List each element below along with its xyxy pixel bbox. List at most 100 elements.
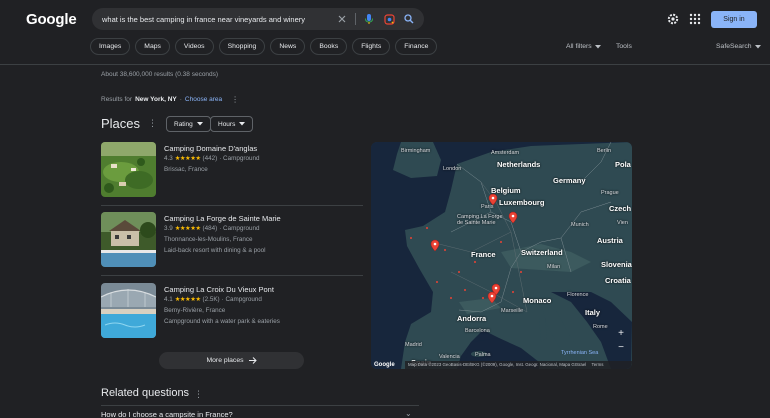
review-count: (2.5K) [202, 296, 220, 303]
map-label: Czech [609, 204, 632, 213]
map-label: Milan [547, 264, 561, 270]
zoom-out-button[interactable]: − [616, 342, 626, 353]
map-terrain [371, 142, 632, 369]
related-divider [101, 405, 419, 406]
all-filters-button[interactable]: All filters [566, 43, 601, 50]
place-photo[interactable] [101, 142, 156, 197]
review-count: (442) [202, 155, 218, 162]
chip-maps[interactable]: Maps [135, 38, 170, 55]
map-label: Pola [615, 160, 631, 169]
hours-dropdown[interactable]: Hours [210, 116, 254, 132]
chevron-down-icon [754, 44, 761, 48]
places-map[interactable]: Birmingham Amsterdam Berlin Netherlands … [371, 142, 632, 369]
place-rating: 3.9 ★★★★★ (484) · Campground [164, 225, 259, 232]
place-name[interactable]: Camping Domaine D'anglas [164, 144, 257, 153]
microphone-icon[interactable] [362, 12, 376, 26]
map-label: Vien [617, 220, 628, 226]
tools-button[interactable]: Tools [616, 43, 632, 50]
chevron-down-icon [594, 44, 601, 48]
map-label: Florence [567, 292, 589, 298]
hours-label: Hours [218, 120, 236, 128]
results-for-prefix: Results for [101, 96, 133, 103]
place-location: Brissac, France [164, 166, 208, 173]
rating-value: 4.3 [164, 155, 173, 162]
map-label: Madrid [405, 342, 422, 348]
chip-news[interactable]: News [270, 38, 306, 55]
search-divider [355, 13, 356, 25]
star-rating-icon: ★★★★★ [174, 155, 201, 162]
filter-chips: Images Maps Videos Shopping News Books F… [90, 38, 438, 55]
search-input[interactable]: what is the best camping in france near … [102, 15, 329, 24]
place-card[interactable]: Camping La Forge de Sainte Marie 3.9 ★★★… [101, 212, 363, 270]
related-more-icon[interactable]: ⋮ [194, 389, 203, 400]
map-label: Croatia [605, 276, 631, 285]
places-heading: Places [101, 116, 141, 131]
results-location-name: New York, NY [135, 96, 177, 103]
map-label: Belgium [491, 186, 521, 195]
related-question[interactable]: How do I choose a campsite in France? [101, 410, 233, 418]
result-stats: About 38,600,000 results (0.38 seconds) [101, 71, 219, 78]
place-type: · Campground [219, 225, 260, 232]
chevron-down-icon [196, 122, 203, 126]
place-description: Laid-back resort with dining & a pool [164, 247, 266, 254]
rating-dropdown[interactable]: Rating [166, 116, 211, 132]
attribution-text: Map Data ©2023 GeoBasis-DE/BKG (©2009), … [408, 362, 587, 367]
more-options-icon[interactable]: ⋮ [231, 95, 239, 104]
camping-label-line2: de Sainte Marie [457, 220, 496, 226]
map-label: Andorra [457, 314, 487, 323]
search-box[interactable]: what is the best camping in france near … [92, 8, 424, 30]
more-places-label: More places [206, 357, 244, 364]
map-label: Birmingham [401, 148, 431, 154]
arrow-right-icon [248, 357, 257, 364]
rating-value: 3.9 [164, 225, 173, 232]
place-photo[interactable] [101, 283, 156, 338]
clear-icon[interactable] [335, 12, 349, 26]
place-divider [101, 275, 363, 276]
place-name[interactable]: Camping La Croix Du Vieux Pont [164, 285, 274, 294]
more-places-button[interactable]: More places [159, 352, 304, 369]
rating-value: 4.1 [164, 296, 173, 303]
results-location: Results for New York, NY · Choose area ⋮ [101, 95, 239, 104]
all-filters-label: All filters [566, 43, 592, 50]
choose-area-link[interactable]: Choose area [185, 96, 222, 103]
map-label: Luxembourg [499, 198, 545, 207]
map-label: Austria [597, 236, 623, 245]
map-label: Marseille [501, 308, 524, 314]
places-more-icon[interactable]: ⋮ [148, 118, 157, 129]
zoom-in-button[interactable]: + [616, 328, 626, 339]
map-label: France [471, 250, 496, 259]
place-photo[interactable] [101, 212, 156, 267]
terms-link[interactable]: Terms [592, 362, 604, 367]
place-type: · Campground [219, 155, 260, 162]
chip-finance[interactable]: Finance [395, 38, 438, 55]
place-card[interactable]: Camping Domaine D'anglas 4.3 ★★★★★ (442)… [101, 142, 363, 200]
map-label: Amsterdam [491, 150, 520, 156]
chip-images[interactable]: Images [90, 38, 131, 55]
chevron-down-icon[interactable]: ⌄ [405, 409, 412, 418]
chip-flights[interactable]: Flights [352, 38, 391, 55]
map-label: Slovenia [601, 260, 632, 269]
place-name[interactable]: Camping La Forge de Sainte Marie [164, 214, 281, 223]
header-divider [0, 64, 770, 65]
place-card[interactable]: Camping La Croix Du Vieux Pont 4.1 ★★★★★… [101, 283, 363, 341]
map-label: Munich [571, 222, 589, 228]
safesearch-label: SafeSearch [716, 43, 752, 50]
apps-grid-icon[interactable] [688, 12, 702, 26]
place-rating: 4.1 ★★★★★ (2.5K) · Campground [164, 296, 262, 303]
settings-icon[interactable] [666, 12, 680, 26]
search-icon[interactable] [402, 12, 416, 26]
results-separator: · [179, 96, 182, 103]
rating-label: Rating [174, 120, 193, 128]
map-label: Paris [481, 204, 494, 210]
chip-shopping[interactable]: Shopping [218, 38, 266, 55]
chip-books[interactable]: Books [310, 38, 348, 55]
map-label: Tyrrhenian Sea [561, 350, 599, 356]
sign-in-button[interactable]: Sign in [711, 11, 757, 28]
google-map-logo: Google [374, 362, 395, 368]
safesearch-button[interactable]: SafeSearch [716, 43, 761, 50]
lens-icon[interactable] [382, 12, 396, 26]
chip-videos[interactable]: Videos [174, 38, 214, 55]
place-type: · Campground [221, 296, 262, 303]
google-logo[interactable]: Google [26, 11, 77, 28]
map-label: Prague [601, 190, 619, 196]
